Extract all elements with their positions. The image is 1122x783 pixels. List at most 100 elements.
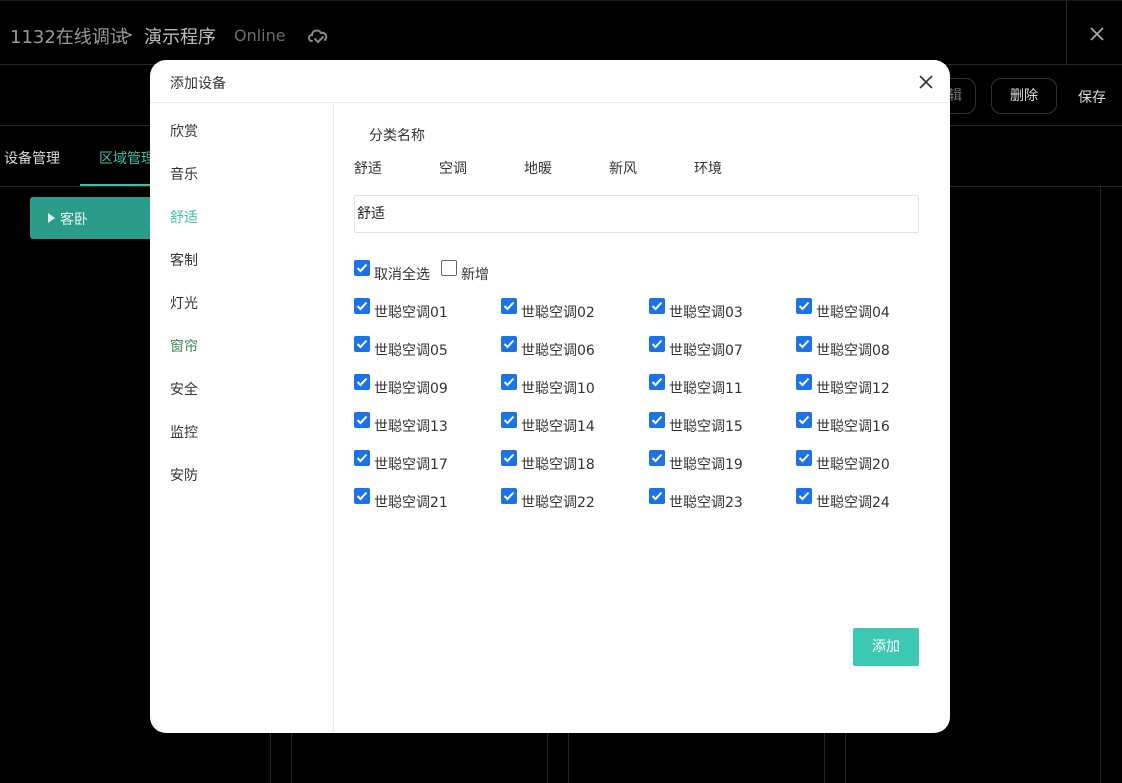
cloud-sync-icon[interactable] [306,26,330,46]
device-checkbox[interactable] [796,336,812,352]
sidebar-item-curtain[interactable]: 窗帘 [170,336,198,356]
save-button[interactable]: 保存 [1078,87,1106,107]
device-checkbox[interactable] [796,488,812,504]
room-item[interactable]: 客卧 [30,197,170,239]
device-checkbox[interactable] [354,488,370,504]
device-checkbox-label: 世聪空调08 [816,343,890,359]
device-checkbox-label: 世聪空调18 [521,457,595,473]
sidebar-item-monitoring[interactable]: 监控 [170,422,198,442]
deselect-all-checkbox[interactable] [354,260,370,276]
caret-right-icon [48,213,55,223]
checkmark-icon [503,339,515,349]
checkmark-icon [651,491,663,501]
checkmark-icon [356,415,368,425]
device-checkbox[interactable] [354,374,370,390]
checkmark-icon [798,377,810,387]
breadcrumb-separator: > [120,25,134,44]
device-checkbox[interactable] [354,412,370,428]
column-divider [1100,187,1101,783]
sidebar-item-appreciation[interactable]: 欣赏 [170,121,198,141]
checkmark-icon [503,415,515,425]
checkmark-icon [798,339,810,349]
device-checkbox[interactable] [649,488,665,504]
category-option-ac[interactable]: 空调 [439,158,467,178]
device-checkbox-label: 世聪空调16 [816,419,890,435]
device-checkbox[interactable] [501,336,517,352]
sidebar-item-safety[interactable]: 安全 [170,379,198,399]
checkmark-icon [503,453,515,463]
room-label: 客卧 [60,212,88,228]
checkmark-icon [356,339,368,349]
breadcrumb-project[interactable]: 1132在线调试 [10,23,128,49]
delete-button[interactable]: 删除 [991,78,1057,114]
device-checkbox[interactable] [501,374,517,390]
sidebar-item-music[interactable]: 音乐 [170,164,198,184]
checkmark-icon [651,415,663,425]
checkmark-icon [356,377,368,387]
top-bar: 1132在线调试 > 演示程序 Online [0,0,1122,66]
close-icon[interactable] [919,75,933,89]
checkmark-icon [356,491,368,501]
checkmark-icon [356,301,368,311]
sidebar-item-lighting[interactable]: 灯光 [170,293,198,313]
device-checkbox[interactable] [354,336,370,352]
device-checkbox-label: 世聪空调13 [374,419,448,435]
checkmark-icon [651,339,663,349]
category-option-environment[interactable]: 环境 [694,158,722,178]
device-checkbox[interactable] [501,488,517,504]
device-checkbox-label: 世聪空调21 [374,495,448,511]
checkmark-icon [651,377,663,387]
checkmark-icon [503,491,515,501]
device-checkbox-label: 世聪空调24 [816,495,890,511]
category-name-label: 分类名称 [369,128,425,144]
sidebar-item-comfort[interactable]: 舒适 [170,207,198,227]
breadcrumb-page: 演示程序 [144,27,216,48]
device-checkbox[interactable] [501,412,517,428]
device-checkbox[interactable] [796,374,812,390]
add-new-label: 新增 [461,267,489,283]
sidebar-item-custom[interactable]: 客制 [170,250,198,270]
checkmark-icon [798,453,810,463]
device-checkbox[interactable] [354,298,370,314]
category-name-input[interactable]: 舒适 [354,195,919,233]
device-checkbox[interactable] [649,298,665,314]
device-checkbox-label: 世聪空调06 [521,343,595,359]
sidebar-item-security[interactable]: 安防 [170,465,198,485]
deselect-all-label: 取消全选 [374,267,430,283]
category-option-floor-heating[interactable]: 地暖 [524,158,552,178]
checkmark-icon [356,263,368,273]
dialog-body: 分类名称 舒适 空调 地暖 新风 环境 舒适 取消全选 新增 世聪空调01 世聪空… [334,103,950,733]
category-option-comfort[interactable]: 舒适 [354,158,382,178]
device-checkbox[interactable] [649,412,665,428]
add-button[interactable]: 添加 [853,628,919,666]
tab-area-management[interactable]: 区域管理 [99,148,155,168]
device-checkbox[interactable] [354,450,370,466]
device-checkbox[interactable] [796,412,812,428]
device-checkbox[interactable] [649,336,665,352]
add-device-dialog: 添加设备 欣赏 音乐 舒适 客制 灯光 窗帘 安全 监控 安防 分类名称 舒适 … [150,60,950,733]
tab-device-management[interactable]: 设备管理 [4,148,60,168]
window-close-button[interactable] [1066,1,1122,66]
device-checkbox-label: 世聪空调23 [669,495,743,511]
checkmark-icon [356,453,368,463]
app-root: 1132在线调试 > 演示程序 Online 编辑 删除 保存 设备管理 区域管… [0,0,1122,783]
device-checkbox[interactable] [796,450,812,466]
checkmark-icon [651,453,663,463]
device-checkbox-label: 世聪空调05 [374,343,448,359]
device-checkbox[interactable] [649,450,665,466]
close-icon [1090,27,1104,41]
device-checkbox[interactable] [501,450,517,466]
checkmark-icon [798,415,810,425]
device-checkbox-label: 世聪空调11 [669,381,743,397]
device-checkbox-label: 世聪空调19 [669,457,743,473]
device-checkbox[interactable] [501,298,517,314]
dialog-title: 添加设备 [170,76,226,92]
device-checkbox[interactable] [796,298,812,314]
add-new-checkbox[interactable] [441,260,457,276]
device-checkbox-label: 世聪空调17 [374,457,448,473]
device-checkbox-label: 世聪空调03 [669,305,743,321]
checkmark-icon [798,301,810,311]
category-option-fresh-air[interactable]: 新风 [609,158,637,178]
checkmark-icon [503,377,515,387]
device-checkbox[interactable] [649,374,665,390]
